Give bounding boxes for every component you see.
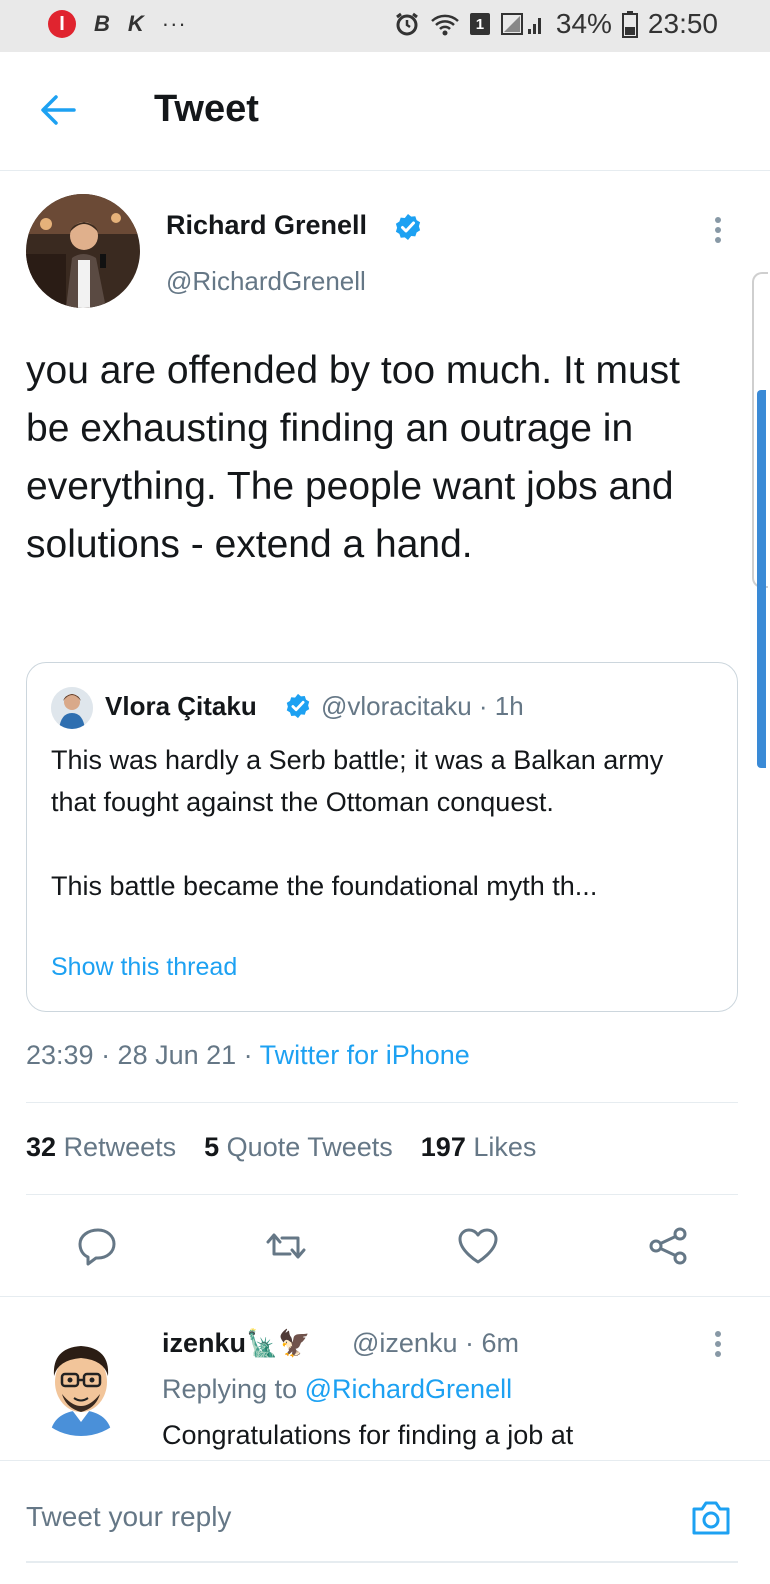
quoted-author-name: Vlora Çitaku (105, 691, 257, 721)
retweet-icon (266, 1233, 306, 1259)
like-button[interactable] (454, 1222, 502, 1270)
reply-compose-bar: Tweet your reply (0, 1460, 770, 1584)
scrollbar-thumb[interactable] (757, 390, 766, 768)
tweet-time: 23:39 · 28 Jun 21 · (26, 1040, 260, 1070)
retweets-count: 32 (26, 1132, 57, 1162)
reply-author-handle[interactable]: @izenku · 6m (352, 1328, 519, 1359)
quoted-author-avatar (51, 687, 93, 729)
likes-stat[interactable]: 197 Likes (421, 1132, 537, 1163)
likes-label: Likes (473, 1132, 537, 1162)
divider (0, 1296, 770, 1297)
battery-icon (621, 11, 638, 38)
reply-more-options-icon[interactable] (706, 1326, 730, 1362)
author-handle[interactable]: @RichardGrenell (166, 266, 366, 297)
quoted-tweet-text: This was hardly a Serb battle; it was a … (51, 745, 664, 901)
notification-overflow-icon: ··· (161, 11, 187, 36)
divider (26, 1102, 738, 1103)
notification-b-icon: B (94, 11, 110, 36)
heart-icon (458, 1228, 498, 1264)
top-bar: Tweet (0, 52, 770, 171)
retweet-button[interactable] (262, 1222, 310, 1270)
author-name[interactable]: Richard Grenell (166, 210, 367, 241)
camera-icon[interactable] (688, 1495, 734, 1541)
notification-app-icon: I (48, 10, 76, 38)
share-button[interactable] (644, 1222, 692, 1270)
clock: 23:50 (647, 8, 718, 39)
quote-tweets-label: Quote Tweets (226, 1132, 393, 1162)
verified-badge-icon (395, 214, 421, 240)
show-thread-link[interactable]: Show this thread (51, 953, 237, 982)
author-avatar[interactable] (26, 194, 140, 308)
quote-tweets-count: 5 (204, 1132, 220, 1162)
quoted-verified-badge-icon (286, 693, 310, 719)
tweet-text: you are offended by too much. It must be… (26, 349, 680, 566)
replying-to: Replying to @RichardGrenell (162, 1374, 512, 1405)
alarm-icon (395, 12, 418, 36)
status-bar: I B K ··· 1 34% 23:50 (0, 0, 770, 52)
retweets-stat[interactable]: 32 Retweets (26, 1132, 176, 1163)
divider (26, 1194, 738, 1195)
tweet-source-link[interactable]: Twitter for iPhone (260, 1040, 470, 1070)
page-title: Tweet (154, 88, 259, 130)
wifi-icon (431, 14, 459, 36)
retweets-label: Retweets (63, 1132, 177, 1162)
status-left-icons: I B K ··· (48, 10, 187, 38)
reply-author-name-text: izenku (162, 1328, 247, 1358)
status-right-icons: 1 34% 23:50 (394, 8, 718, 40)
replying-to-mention[interactable]: @RichardGrenell (305, 1374, 512, 1404)
back-arrow-icon[interactable] (36, 88, 80, 132)
quoted-author-handle: @vloracitaku · 1h (321, 691, 524, 721)
reply-author-emoji: 🗽🦅 (246, 1328, 311, 1358)
tweet-timestamp: 23:39 · 28 Jun 21 · Twitter for iPhone (26, 1040, 470, 1071)
reply-button[interactable] (74, 1222, 122, 1270)
compose-underline (26, 1561, 738, 1563)
quoted-tweet-card[interactable]: Vlora Çitaku @vloracitaku · 1h This was … (26, 662, 738, 1012)
reply-author-name[interactable]: izenku🗽🦅 (162, 1328, 311, 1359)
reply-icon (78, 1228, 116, 1266)
reply-author-avatar[interactable] (26, 1326, 136, 1436)
likes-count: 197 (420, 1132, 466, 1162)
share-icon (649, 1227, 687, 1265)
reply-input[interactable]: Tweet your reply (26, 1501, 231, 1533)
sim-slot-icon: 1 (469, 13, 490, 35)
reply-text: Congratulations for finding a job at (162, 1420, 574, 1450)
tweet-stats: 32 Retweets 5 Quote Tweets 197 Likes (26, 1132, 536, 1163)
battery-percent: 34% (555, 8, 612, 39)
signal-icon (500, 13, 541, 35)
quote-tweets-stat[interactable]: 5 Quote Tweets (204, 1132, 393, 1163)
replying-to-label: Replying to (162, 1374, 305, 1404)
notification-k-icon: K (127, 11, 144, 36)
more-options-icon[interactable] (706, 212, 730, 248)
